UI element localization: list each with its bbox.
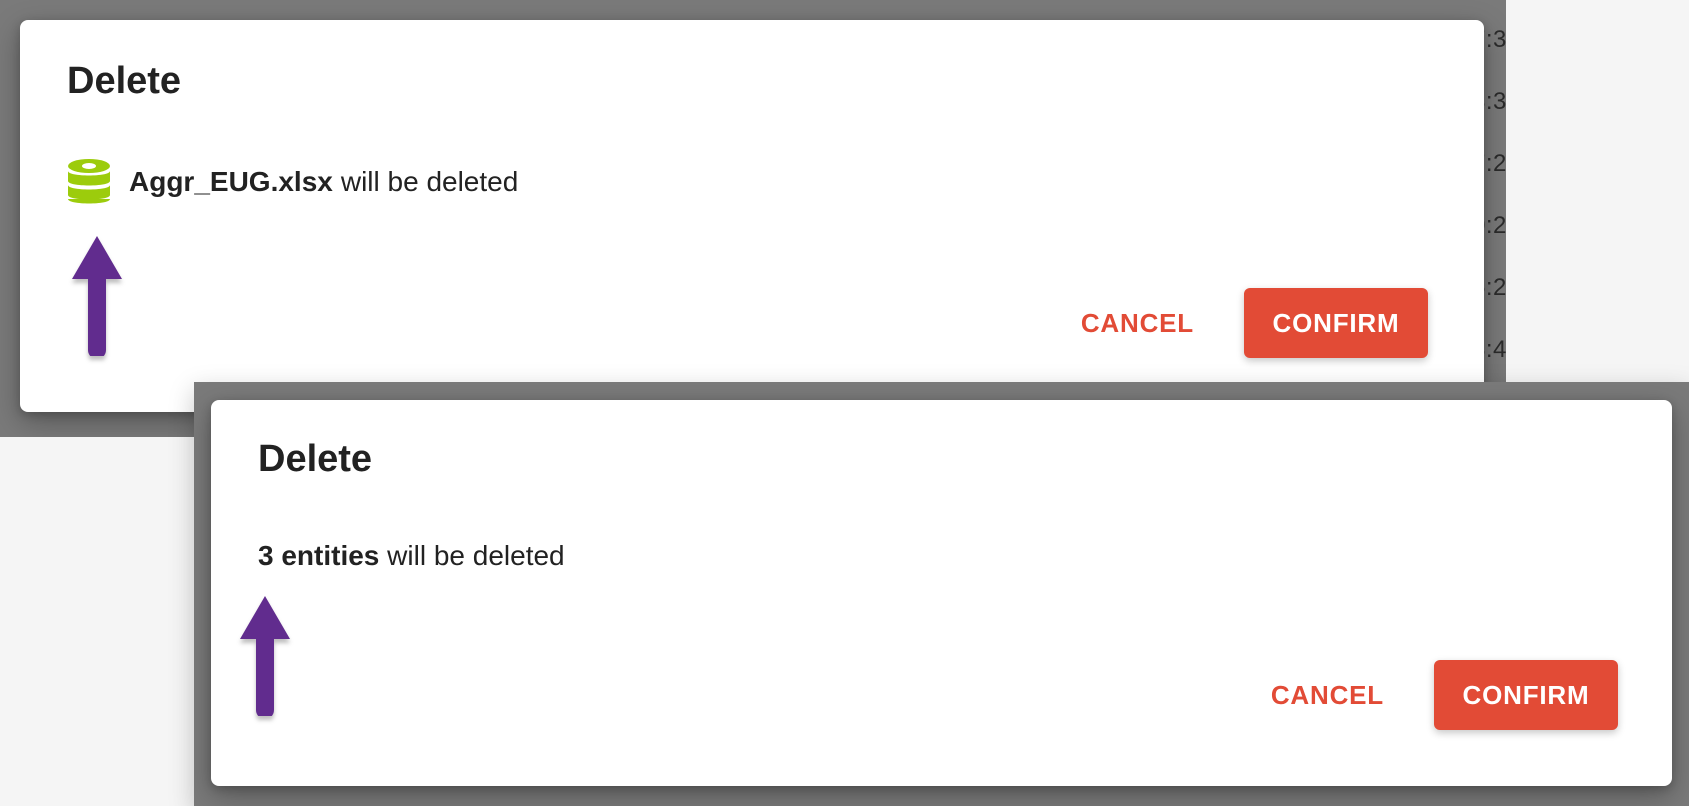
dialog-actions: CANCEL CONFIRM [1267, 660, 1618, 730]
first-delete-screenshot: 7:3 8:3 7:2 0:2 5:2 3:4 Delete Aggr_EUG.… [0, 0, 1506, 437]
purple-arrow-icon [240, 596, 290, 716]
delete-message: Aggr_EUG.xlsx will be deleted [129, 166, 518, 198]
dialog-title: Delete [258, 438, 373, 480]
delete-message-row: Aggr_EUG.xlsx will be deleted [67, 158, 518, 206]
delete-message-suffix: will be deleted [340, 166, 519, 197]
confirm-button[interactable]: CONFIRM [1434, 660, 1618, 730]
delete-message: 3 entities will be deleted [258, 540, 565, 572]
cancel-button[interactable]: CANCEL [1267, 660, 1388, 730]
delete-dialog-multiple-entities: Delete 3 entities will be deleted CANCEL… [211, 400, 1672, 786]
deleted-entities-count: 3 entities [258, 540, 380, 571]
composite-screenshot: 7:3 8:3 7:2 0:2 5:2 3:4 Delete Aggr_EUG.… [0, 0, 1689, 806]
database-icon [68, 159, 110, 204]
confirm-button[interactable]: CONFIRM [1244, 288, 1428, 358]
dialog-title: Delete [67, 60, 182, 102]
delete-dialog-single-file: Delete Aggr_EUG.xlsx will be deleted CAN… [20, 20, 1484, 412]
dialog-actions: CANCEL CONFIRM [1077, 288, 1428, 358]
cancel-button[interactable]: CANCEL [1077, 288, 1198, 358]
deleted-item-name: Aggr_EUG.xlsx [129, 166, 333, 197]
second-delete-screenshot: Delete 3 entities will be deleted CANCEL… [194, 382, 1689, 806]
purple-arrow-icon [72, 236, 122, 356]
delete-message-suffix: will be deleted [387, 540, 565, 571]
